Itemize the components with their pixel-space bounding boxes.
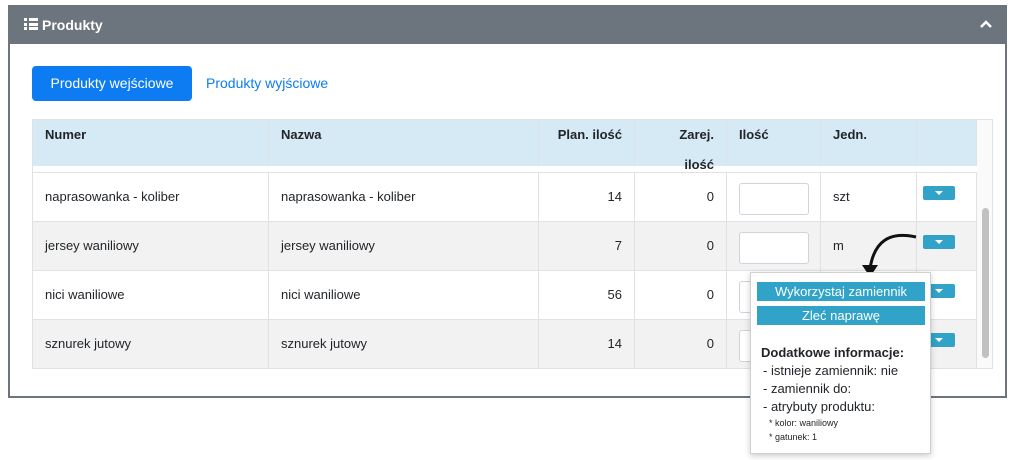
cell-numer: naprasowanka - koliber [33,173,269,221]
quantity-input[interactable] [739,183,809,215]
cell-nazwa: naprasowanka - koliber [269,173,539,221]
cell-actions [917,173,977,221]
col-nazwa[interactable]: Nazwa [269,120,539,166]
col-jedn[interactable]: Jedn. [821,120,917,166]
attr-color: * kolor: waniliowy [769,418,839,428]
quantity-input[interactable] [739,232,809,264]
table-header: Numer Nazwa Plan. ilość Zarej. ilość Ilo… [33,120,977,172]
attr-grade: * gatunek: 1 [769,432,818,442]
table-row: naprasowanka - koliber naprasowanka - ko… [33,172,977,221]
cell-zarej: 0 [635,320,727,368]
cell-jedn: szt [821,173,917,221]
col-actions [917,120,977,166]
panel-title: Produkty [42,17,103,33]
cell-ilosc [727,222,821,270]
cell-plan: 56 [539,271,635,319]
info-product-attributes: - atrybuty produktu: [763,399,875,414]
cell-nazwa: jersey waniliowy [269,222,539,270]
info-substitute-exists: - istnieje zamiennik: nie [763,363,899,378]
cell-ilosc [727,173,821,221]
tab-output-products[interactable]: Produkty wyjściowe [206,66,328,101]
cell-numer: jersey waniliowy [33,222,269,270]
tab-input-products[interactable]: Produkty wejściowe [32,66,192,101]
cell-plan: 14 [539,173,635,221]
cell-zarej: 0 [635,222,727,270]
chevron-up-icon[interactable] [979,17,993,31]
list-icon [24,18,38,30]
col-ilosc[interactable]: Ilość [727,120,821,166]
cell-nazwa: nici waniliowe [269,271,539,319]
info-substitute-for: - zamiennik do: [763,381,852,396]
col-plan[interactable]: Plan. ilość [539,120,635,166]
col-numer[interactable]: Numer [33,120,269,166]
order-repair-button[interactable]: Zleć naprawę [757,306,925,325]
dropdown-button[interactable] [923,186,955,200]
use-substitute-button[interactable]: Wykorzystaj zamiennik [757,282,925,301]
scrollbar-thumb[interactable] [982,208,989,358]
cell-plan: 7 [539,222,635,270]
panel-header: Produkty [10,7,1005,44]
cell-numer: nici waniliowe [33,271,269,319]
cell-numer: sznurek jutowy [33,320,269,368]
cell-zarej: 0 [635,173,727,221]
cell-plan: 14 [539,320,635,368]
col-zarej[interactable]: Zarej. ilość [635,120,727,172]
scrollbar[interactable] [977,120,992,368]
cell-zarej: 0 [635,271,727,319]
cell-nazwa: sznurek jutowy [269,320,539,368]
table-row: jersey waniliowy jersey waniliowy 7 0 m [33,221,977,270]
actions-dropdown-menu: Wykorzystaj zamiennik Zleć naprawę Dodat… [750,272,931,454]
info-title: Dodatkowe informacje: [761,345,905,360]
